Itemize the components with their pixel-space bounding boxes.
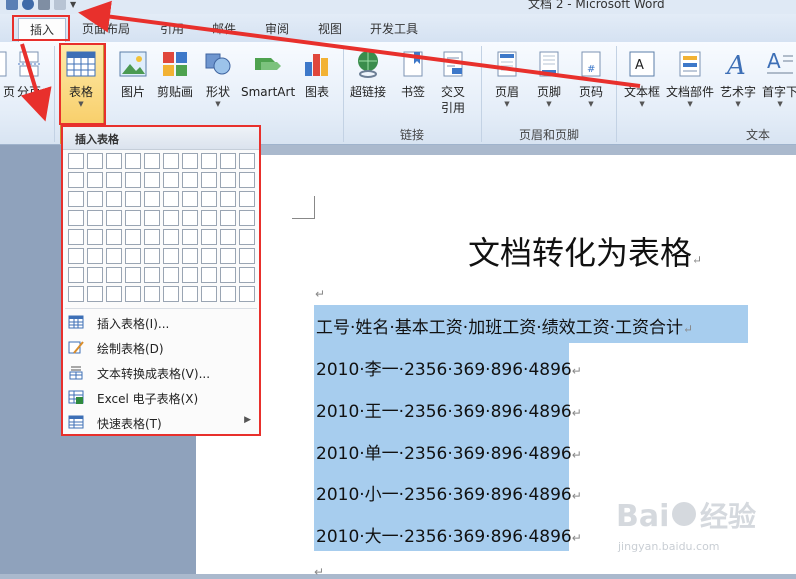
arrow-to-table-button [20, 43, 52, 122]
svg-text:Bai: Bai [616, 499, 669, 534]
arrow-to-insert-tab [78, 0, 641, 88]
svg-text:jingyan.baidu.com: jingyan.baidu.com [617, 540, 720, 553]
svg-text:经验: 经验 [700, 500, 756, 533]
baidu-jingyan-watermark: Bai 经验 jingyan.baidu.com [616, 499, 756, 553]
